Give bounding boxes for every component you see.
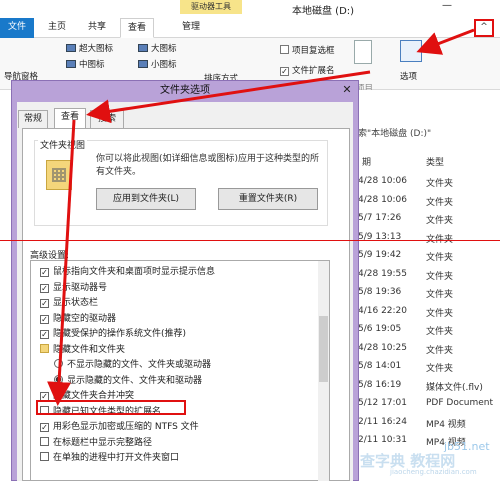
annotation-arrows	[47, 28, 475, 406]
arrow-to-extension-option	[47, 119, 76, 406]
watermark-url: jiaocheng.chazidian.com	[390, 468, 477, 476]
arrow-to-options	[416, 28, 475, 55]
arrow-to-view-tab	[86, 70, 371, 124]
